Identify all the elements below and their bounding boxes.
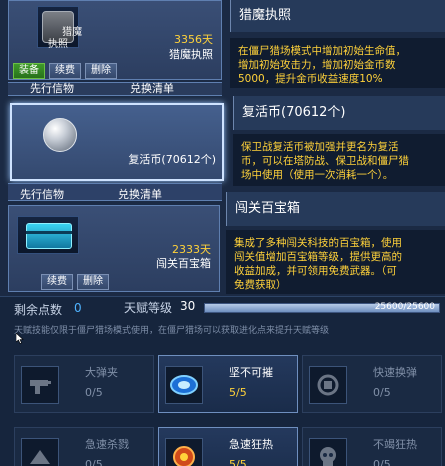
mouse-cursor-icon (15, 332, 24, 347)
tooltip-title: 猎魔执照 (230, 0, 445, 32)
talent-panel: 剩余点数 0 天赋等级 30 25600/25600 天赋技能仅限于僵尸猎场模式… (0, 296, 445, 466)
skill-rapid-frenzy[interactable]: 急速狂热 5/5 (158, 427, 298, 466)
item-action-strip: 先行信物 兑换清单 (8, 82, 222, 96)
item-action-strip: 先行信物 兑换清单 (8, 183, 222, 201)
hunter-license-badge: 猎魔 执照 (42, 11, 82, 50)
item-card-revive-coin[interactable]: 复活币(70612个) (10, 103, 224, 181)
preorder-token-link[interactable]: 先行信物 (20, 186, 64, 202)
exchange-list-link[interactable]: 兑换清单 (130, 80, 174, 96)
skill-indestructible[interactable]: 坚不可摧 5/5 (158, 355, 298, 413)
delete-button[interactable]: 删除 (77, 274, 109, 290)
preorder-token-link[interactable]: 先行信物 (30, 80, 74, 96)
skull-icon (309, 438, 347, 466)
tooltip-description: 在僵尸猎场模式中增加初始生命值， 增加初始攻击力，增加初始金币数 5000，提升… (230, 38, 445, 88)
item-card-treasure-box[interactable]: 2333天 闯关百宝箱 续费 删除 (8, 205, 220, 292)
exchange-list-link[interactable]: 兑换清单 (118, 186, 162, 202)
equip-button[interactable]: 装备 (13, 63, 45, 79)
kill-icon (21, 438, 59, 466)
item-name: 复活币(70612个) (128, 153, 216, 166)
item-name: 猎魔执照 (169, 48, 213, 61)
frenzy-icon (165, 438, 203, 466)
talent-progress-bar: 25600/25600 (204, 302, 440, 313)
hunter-license-icon: 猎魔 执照 (37, 6, 82, 50)
renew-button[interactable]: 续费 (41, 274, 73, 290)
revive-coin-icon (40, 113, 82, 155)
delete-button[interactable]: 删除 (85, 63, 117, 79)
reload-icon (309, 366, 347, 404)
skill-fast-reload[interactable]: 快速换弹 0/5 (302, 355, 442, 413)
item-days: 3356天 (174, 33, 213, 46)
item-card-hunter-license[interactable]: 猎魔 执照 3356天 猎魔执照 装备 续费 删除 (8, 0, 222, 80)
treasure-box-icon (17, 216, 79, 254)
shield-icon (165, 366, 203, 404)
renew-button[interactable]: 续费 (49, 63, 81, 79)
skill-rapid-kill[interactable]: 急速杀戮 0/5 (14, 427, 154, 466)
talent-level-value: 30 (180, 299, 196, 313)
tooltip-description: 集成了多种闯关科技的百宝箱，使用 闯关值增加百宝箱等级，提供更高的 收益加成，并… (226, 230, 445, 294)
remaining-points-label: 剩余点数 (14, 303, 63, 317)
remaining-points-value: 0 (74, 301, 82, 315)
tooltip-title: 复活币(70612个) (233, 96, 445, 130)
talent-level-label: 天赋等级 (124, 301, 173, 315)
talent-notice: 天赋技能仅限于僵尸猎场模式使用，在僵尸猎场可以获取进化点来提升天赋等级 (14, 326, 330, 336)
tooltip-title: 闯关百宝箱 (226, 192, 445, 226)
magazine-icon (21, 366, 59, 404)
talent-progress-text: 25600/25600 (374, 302, 435, 312)
item-name: 闯关百宝箱 (156, 257, 211, 270)
skill-big-magazine[interactable]: 大弹夹 0/5 (14, 355, 154, 413)
skill-endless-frenzy[interactable]: 不竭狂热 0/5 (302, 427, 442, 466)
tooltip-description: 保卫战复活币被加强并更名为复活 币，可以在塔防战、保卫战和僵尸猎 场中使用（使用… (233, 134, 445, 186)
